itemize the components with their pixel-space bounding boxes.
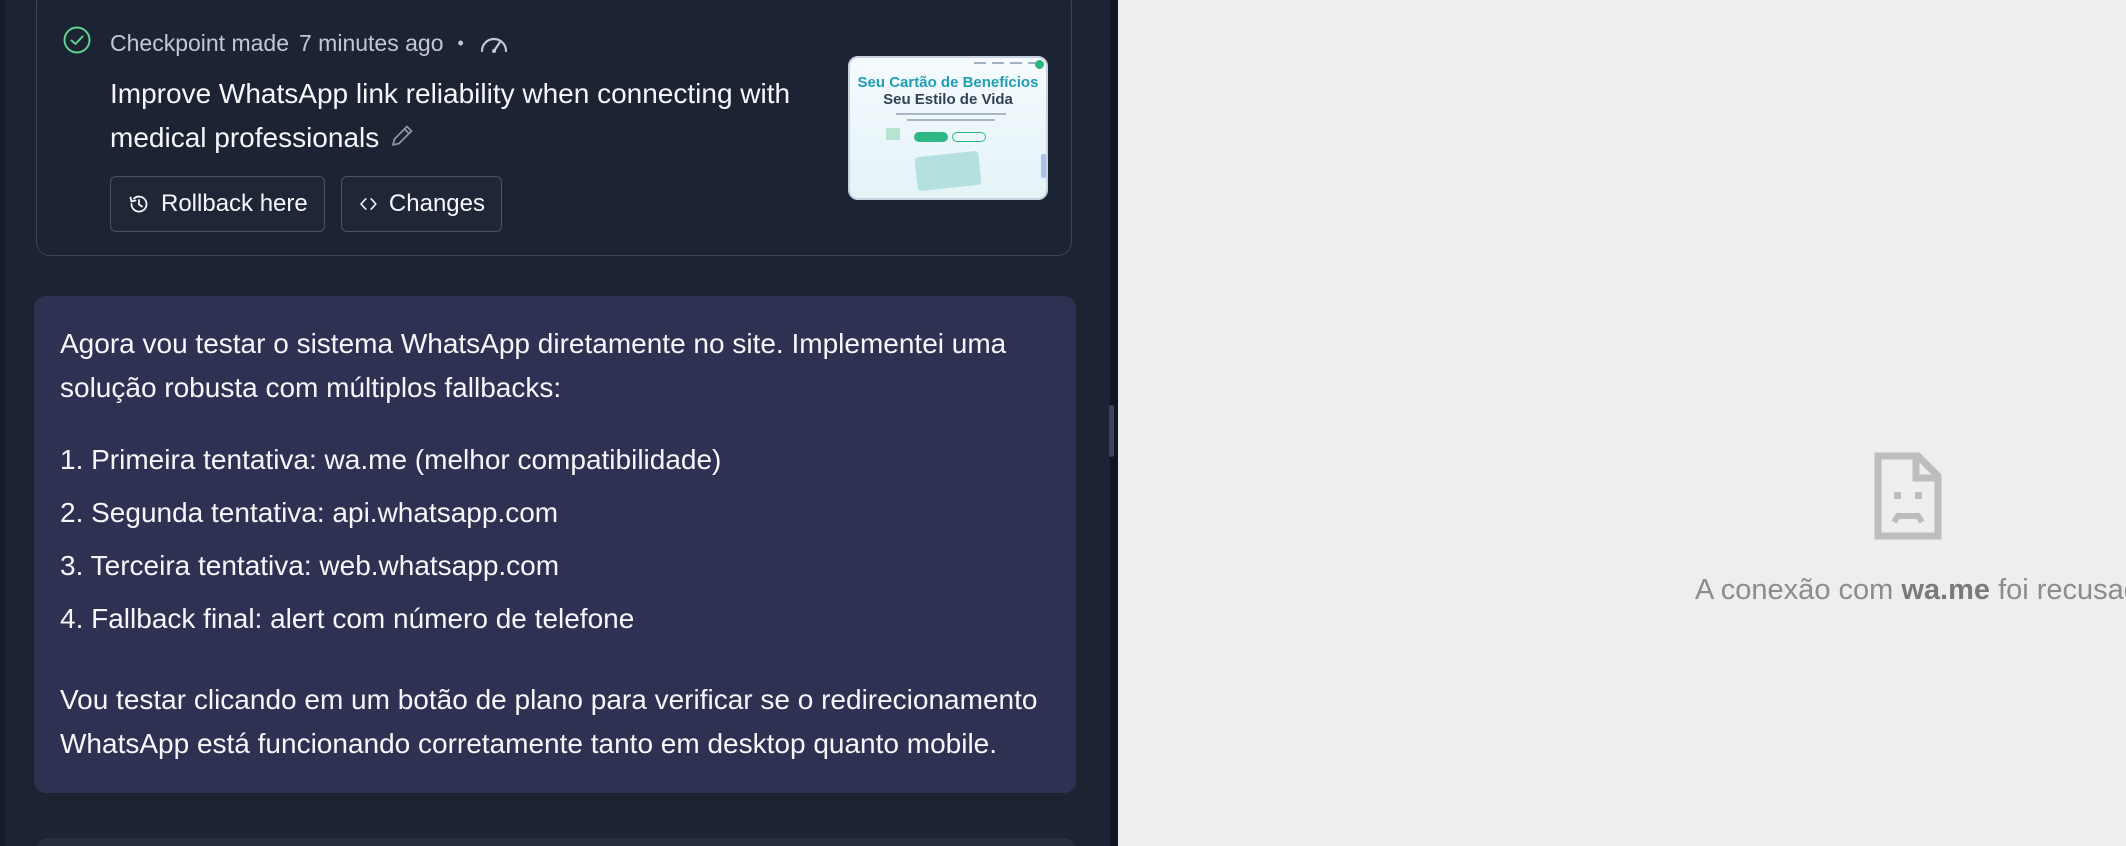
chat-pane: Checkpoint made 7 minutes ago • Improve … (0, 0, 1110, 846)
list-item: 2. Segunda tentativa: api.whatsapp.com (60, 497, 559, 528)
sad-document-icon (1874, 452, 1942, 540)
pencil-icon[interactable] (387, 121, 417, 151)
resize-handle[interactable] (1109, 405, 1114, 457)
thumbnail-nav-dot (1035, 60, 1044, 69)
thumbnail-badge (886, 128, 900, 140)
thumbnail-card-image (914, 150, 982, 192)
list-item: 3. Terceira tentativa: web.whatsapp.com (60, 550, 560, 581)
rollback-button[interactable]: Rollback here (110, 176, 325, 232)
thumbnail-primary-button (914, 132, 948, 142)
agent-message: Agora vou testar o sistema WhatsApp dire… (34, 296, 1076, 793)
thumbnail-headline-1: Seu Cartão de Benefícios (857, 74, 1039, 91)
check-circle-icon (63, 26, 91, 54)
error-prefix: A conexão com (1695, 574, 1902, 606)
gauge-icon[interactable] (478, 31, 510, 55)
thumbnail-body-text (896, 113, 1006, 125)
checkpoint-title-text: Improve WhatsApp link reliability when c… (110, 78, 791, 153)
checkpoint-title: Improve WhatsApp link reliability when c… (110, 72, 830, 160)
next-message-card (36, 838, 1076, 846)
thumbnail-headline-2: Seu Estilo de Vida (883, 91, 1013, 108)
changes-button[interactable]: Changes (341, 176, 502, 232)
preview-pane (1118, 0, 2126, 846)
list-item: 4. Fallback final: alert com número de t… (60, 603, 635, 634)
checkpoint-status: Checkpoint made (110, 29, 289, 56)
history-icon (129, 195, 148, 213)
checkpoint-time: 7 minutes ago (299, 29, 444, 56)
error-host: wa.me (1901, 574, 1991, 606)
error-suffix: foi recusada. (1998, 574, 2126, 606)
message-outro: Vou testar clicando em um botão de plano… (60, 684, 1038, 759)
meta-separator: • (457, 32, 464, 53)
left-edge (0, 0, 6, 846)
code-icon (360, 197, 377, 211)
changes-label: Changes (388, 190, 485, 217)
thumbnail-secondary-button (952, 132, 986, 142)
connection-error-message: A conexão com wa.me foi recusada. (1695, 568, 2126, 612)
message-intro: Agora vou testar o sistema WhatsApp dire… (60, 328, 1007, 403)
list-item: 1. Primeira tentativa: wa.me (melhor com… (60, 444, 722, 475)
thumbnail-nav (974, 62, 1040, 64)
checkpoint-thumbnail[interactable]: Seu Cartão de Benefícios Seu Estilo de V… (848, 56, 1048, 200)
thumbnail-side-tab (1041, 154, 1046, 178)
rollback-label: Rollback here (161, 190, 308, 217)
fallback-list: 1. Primeira tentativa: wa.me (melhor com… (60, 438, 1050, 650)
checkpoint-meta: Checkpoint made 7 minutes ago • (110, 27, 510, 59)
